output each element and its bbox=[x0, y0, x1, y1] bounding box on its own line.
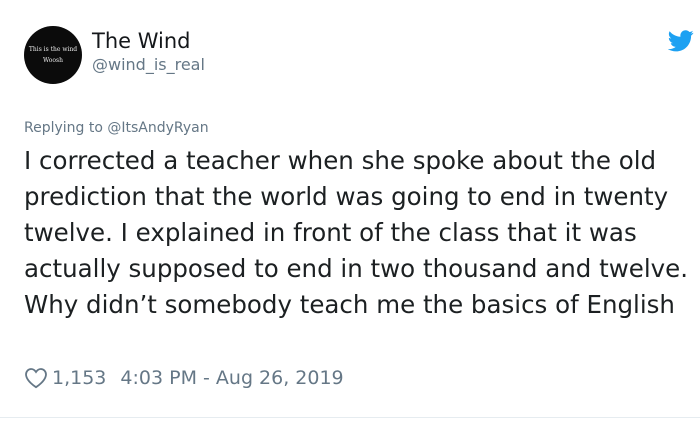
divider bbox=[0, 417, 700, 418]
avatar[interactable]: This is the wind Woosh bbox=[24, 26, 82, 84]
heart-outline-icon[interactable] bbox=[24, 367, 48, 389]
timestamp[interactable]: 4:03 PM - Aug 26, 2019 bbox=[120, 367, 343, 389]
avatar-text-line2: Woosh bbox=[43, 57, 63, 64]
tweet-text: I corrected a teacher when she spoke abo… bbox=[24, 146, 689, 319]
twitter-bird-icon[interactable] bbox=[668, 30, 694, 52]
like-count[interactable]: 1,153 bbox=[52, 367, 106, 389]
tweet-card: This is the wind Woosh The Wind @wind_is… bbox=[0, 0, 700, 423]
user-handle[interactable]: @wind_is_real bbox=[92, 55, 205, 75]
display-name[interactable]: The Wind bbox=[92, 28, 191, 54]
tweet-footer: 1,153 4:03 PM - Aug 26, 2019 bbox=[24, 364, 344, 392]
replying-to-line[interactable]: Replying to @ItsAndyRyan bbox=[24, 118, 209, 138]
avatar-text-line1: This is the wind bbox=[28, 46, 78, 53]
tweet-header: This is the wind Woosh The Wind @wind_is… bbox=[24, 22, 694, 86]
